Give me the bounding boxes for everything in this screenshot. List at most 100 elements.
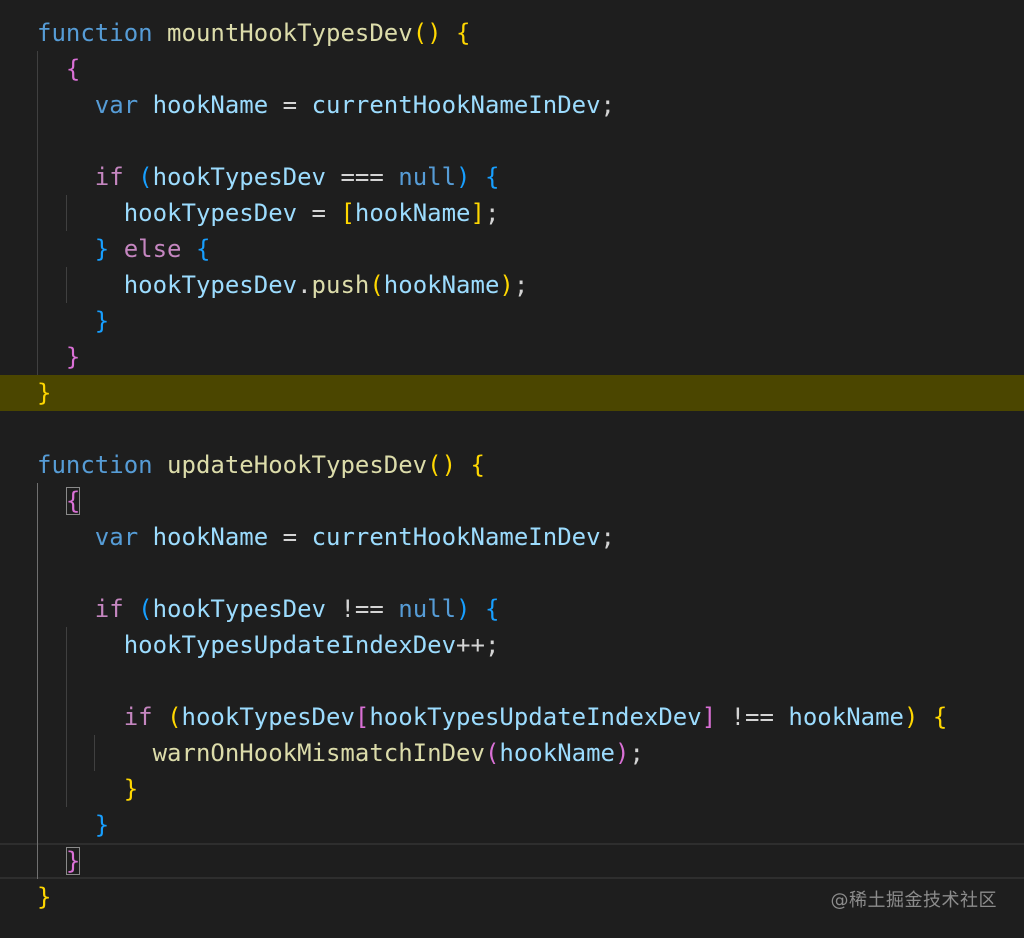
- code-line[interactable]: function mountHookTypesDev() {: [0, 15, 1024, 51]
- code-line[interactable]: }: [0, 339, 1024, 375]
- code-line[interactable]: if (hookTypesDev === null) {: [0, 159, 1024, 195]
- code-line[interactable]: }: [0, 807, 1024, 843]
- code-line[interactable]: [0, 411, 1024, 447]
- code-token: null: [398, 595, 457, 623]
- code-text: }: [37, 375, 51, 411]
- code-token: hookName: [383, 271, 500, 299]
- code-token: var: [94, 523, 139, 551]
- code-token: }: [65, 343, 81, 371]
- indent-guide: [37, 663, 38, 699]
- code-line[interactable]: }: [0, 843, 1024, 879]
- code-token: if: [94, 595, 124, 623]
- code-token: =: [268, 523, 312, 551]
- code-token: ;: [629, 739, 644, 767]
- code-line[interactable]: [0, 555, 1024, 591]
- code-token: hookName: [152, 523, 269, 551]
- code-text: } else {: [37, 231, 211, 267]
- code-line[interactable]: } else {: [0, 231, 1024, 267]
- code-editor[interactable]: function mountHookTypesDev() { { var hoo…: [0, 0, 1024, 938]
- code-line[interactable]: hookTypesDev.push(hookName);: [0, 267, 1024, 303]
- code-text: }: [37, 303, 109, 339]
- code-token: updateHookTypesDev: [167, 451, 428, 479]
- code-token: ===: [326, 163, 399, 191]
- code-line[interactable]: hookTypesDev = [hookName];: [0, 195, 1024, 231]
- matched-bracket: }: [65, 847, 81, 875]
- code-token: {: [65, 55, 81, 83]
- code-token: (: [138, 163, 153, 191]
- code-line[interactable]: var hookName = currentHookNameInDev;: [0, 87, 1024, 123]
- code-line[interactable]: }: [0, 771, 1024, 807]
- code-token: hookTypesDev: [181, 703, 355, 731]
- code-token: !==: [716, 703, 789, 731]
- indent-guide: [37, 123, 38, 159]
- code-text: hookTypesDev.push(hookName);: [37, 267, 529, 303]
- code-line[interactable]: {: [0, 51, 1024, 87]
- code-token: hookTypesDev: [123, 199, 298, 227]
- code-line[interactable]: {: [0, 483, 1024, 519]
- watermark: @稀土掘金技术社区: [830, 890, 997, 911]
- code-text: {: [37, 483, 81, 519]
- code-line[interactable]: if (hookTypesDev !== null) {: [0, 591, 1024, 627]
- code-token: {: [470, 451, 485, 479]
- code-token: hookTypesDev: [152, 163, 326, 191]
- code-token: .: [297, 271, 312, 299]
- code-token: ]: [701, 703, 717, 731]
- code-token: function: [37, 451, 153, 479]
- code-token: =: [297, 199, 341, 227]
- code-token: hookTypesUpdateIndexDev: [369, 703, 702, 731]
- code-line[interactable]: [0, 663, 1024, 699]
- matched-bracket: {: [65, 487, 81, 515]
- code-text: {: [37, 51, 80, 87]
- code-token: ): [904, 703, 919, 731]
- code-token: (): [412, 19, 442, 47]
- code-token: }: [94, 811, 110, 839]
- code-line[interactable]: hookTypesUpdateIndexDev++;: [0, 627, 1024, 663]
- code-token: hookName: [788, 703, 904, 731]
- code-token: hookTypesDev: [152, 595, 326, 623]
- code-token: (: [484, 739, 500, 767]
- code-token: null: [398, 163, 457, 191]
- code-line[interactable]: [0, 123, 1024, 159]
- code-token: }: [37, 379, 52, 407]
- code-token: {: [484, 595, 500, 623]
- code-line[interactable]: function updateHookTypesDev() {: [0, 447, 1024, 483]
- code-token: {: [456, 19, 471, 47]
- code-token: ): [614, 739, 630, 767]
- code-token: }: [37, 883, 52, 911]
- code-text: if (hookTypesDev !== null) {: [37, 591, 500, 627]
- code-token: [: [340, 199, 355, 227]
- code-text: hookTypesDev = [hookName];: [37, 195, 500, 231]
- code-line[interactable]: var hookName = currentHookNameInDev;: [0, 519, 1024, 555]
- code-text: if (hookTypesDev[hookTypesUpdateIndexDev…: [37, 699, 948, 735]
- code-token: ;: [513, 271, 529, 299]
- code-text: hookTypesUpdateIndexDev++;: [37, 627, 500, 663]
- code-line[interactable]: }: [0, 375, 1024, 411]
- code-token: if: [94, 163, 124, 191]
- code-text: warnOnHookMismatchInDev(hookName);: [37, 735, 644, 771]
- code-line[interactable]: if (hookTypesDev[hookTypesUpdateIndexDev…: [0, 699, 1024, 735]
- code-token: [: [354, 703, 370, 731]
- code-text: }: [37, 771, 138, 807]
- code-text: if (hookTypesDev === null) {: [37, 159, 500, 195]
- code-line[interactable]: warnOnHookMismatchInDev(hookName);: [0, 735, 1024, 771]
- code-token: else: [123, 235, 182, 263]
- code-line[interactable]: }: [0, 303, 1024, 339]
- code-token: ;: [600, 523, 615, 551]
- code-token: ): [456, 595, 471, 623]
- code-token: }: [94, 235, 110, 263]
- code-token: ): [499, 271, 514, 299]
